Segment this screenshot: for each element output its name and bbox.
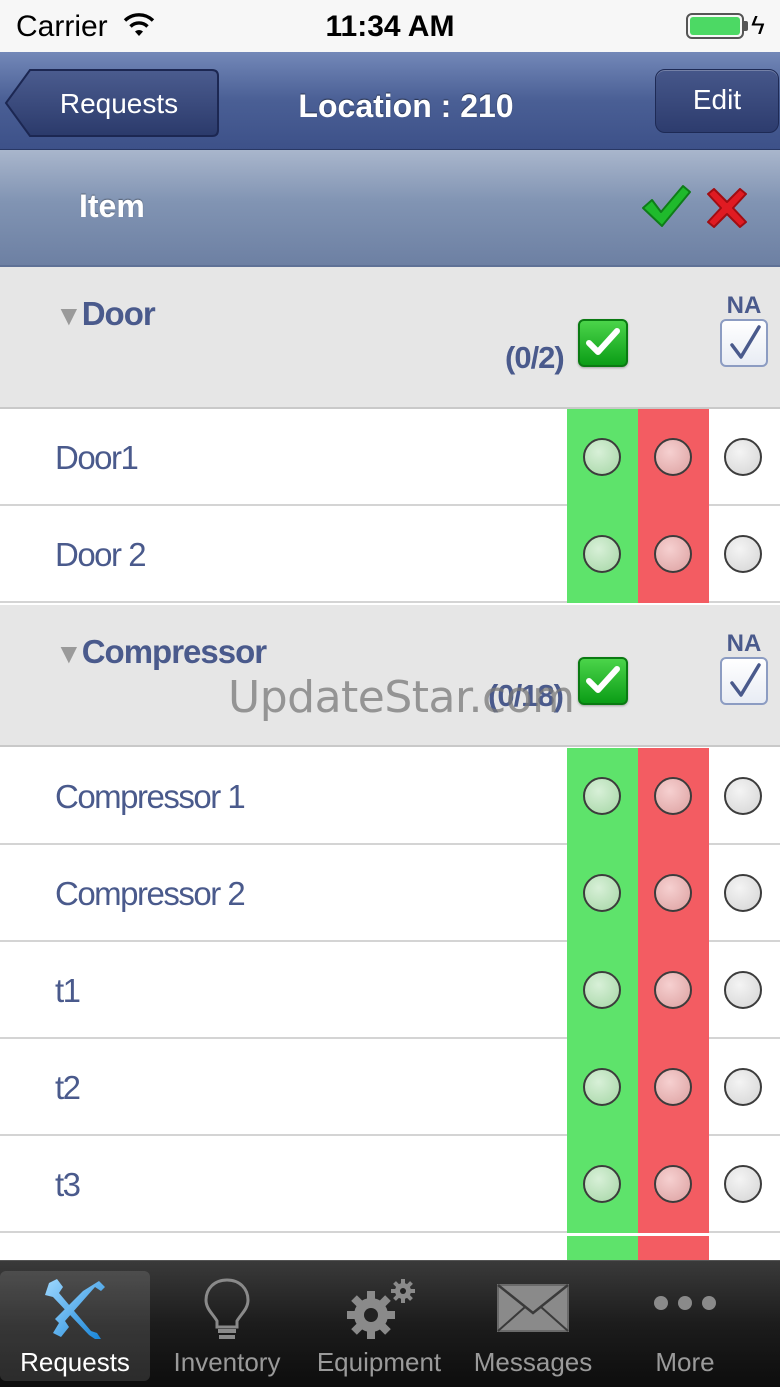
status-bar: Carrier 11:34 AM ϟ xyxy=(0,0,780,52)
envelope-icon xyxy=(458,1277,608,1342)
tab-messages[interactable]: Messages xyxy=(458,1271,608,1381)
list-item: Compressor 1 xyxy=(0,748,780,845)
list-item: t1 xyxy=(0,942,780,1039)
section-header-door[interactable]: ▼Door (0/2) NA xyxy=(0,267,780,409)
na-label: NA xyxy=(726,630,762,657)
pass-radio[interactable] xyxy=(583,874,621,912)
page-title: Location : 210 xyxy=(298,88,514,124)
clock-time: 11:34 AM xyxy=(325,10,455,43)
fail-radio[interactable] xyxy=(654,777,692,815)
tab-label: Messages xyxy=(473,1347,593,1377)
tab-label: Equipment xyxy=(316,1347,442,1377)
back-button[interactable]: Requests xyxy=(4,68,220,138)
list-item: t2 xyxy=(0,1039,780,1136)
na-checkbox[interactable] xyxy=(720,657,768,705)
app-screen: Carrier 11:34 AM ϟ Requests Location: 2… xyxy=(0,0,780,1387)
tab-bar: Requests Inventory Equipment Messages Mo… xyxy=(0,1260,780,1387)
section-title-text: Compressor xyxy=(81,633,267,670)
tab-more[interactable]: More xyxy=(610,1271,760,1381)
watermark: UpdateStar.com xyxy=(228,672,575,723)
item-label: Compressor 2 xyxy=(55,875,246,912)
na-radio[interactable] xyxy=(724,535,762,573)
battery-tip xyxy=(744,21,748,31)
section-check-all-icon[interactable] xyxy=(578,657,628,705)
item-label: t2 xyxy=(55,1069,81,1106)
charging-bolt-icon: ϟ xyxy=(751,10,765,40)
na-radio[interactable] xyxy=(724,971,762,1009)
pass-radio[interactable] xyxy=(583,1165,621,1203)
check-all-icon[interactable] xyxy=(640,184,692,235)
item-label: t3 xyxy=(55,1166,81,1203)
list-item: Door1 xyxy=(0,409,780,506)
item-column-header: Item xyxy=(0,150,780,267)
item-label: t1 xyxy=(55,972,81,1009)
fail-radio[interactable] xyxy=(654,971,692,1009)
lightbulb-icon xyxy=(152,1277,302,1348)
tab-label: Inventory xyxy=(173,1347,281,1377)
fail-radio[interactable] xyxy=(654,535,692,573)
na-radio[interactable] xyxy=(724,1068,762,1106)
pass-radio[interactable] xyxy=(583,535,621,573)
list-item: Door 2 xyxy=(0,506,780,603)
item-label: Door1 xyxy=(55,439,139,476)
edit-button[interactable]: Edit xyxy=(655,69,779,133)
item-label: Door 2 xyxy=(55,536,147,573)
fail-radio[interactable] xyxy=(654,874,692,912)
pass-radio[interactable] xyxy=(583,971,621,1009)
pass-radio[interactable] xyxy=(583,777,621,815)
section-count: (0/2) xyxy=(505,340,565,375)
tab-equipment[interactable]: Equipment xyxy=(304,1271,454,1381)
partial-list-item xyxy=(0,1236,780,1260)
reject-all-icon[interactable] xyxy=(704,188,750,233)
tab-inventory[interactable]: Inventory xyxy=(152,1271,302,1381)
section-check-all-icon[interactable] xyxy=(578,319,628,367)
tab-requests[interactable]: Requests xyxy=(0,1271,150,1381)
item-label: Compressor 1 xyxy=(55,778,246,815)
collapse-triangle-icon: ▼ xyxy=(55,638,83,669)
tools-icon xyxy=(0,1277,150,1346)
more-dots-icon xyxy=(610,1277,760,1342)
fail-cell xyxy=(638,1236,709,1260)
back-button-label: Requests xyxy=(59,88,179,119)
na-radio[interactable] xyxy=(724,438,762,476)
pass-radio[interactable] xyxy=(583,438,621,476)
na-radio[interactable] xyxy=(724,1165,762,1203)
pass-cell xyxy=(567,1236,638,1260)
collapse-triangle-icon: ▼ xyxy=(55,300,83,331)
na-checkbox[interactable] xyxy=(720,319,768,367)
list-item: t3 xyxy=(0,1136,780,1233)
tab-label: Requests xyxy=(20,1347,130,1377)
fail-radio[interactable] xyxy=(654,438,692,476)
fail-radio[interactable] xyxy=(654,1165,692,1203)
item-header-label: Item xyxy=(79,188,145,224)
list-item: Compressor 2 xyxy=(0,845,780,942)
section-title: ▼Door xyxy=(55,295,156,333)
na-label: NA xyxy=(726,292,762,319)
battery-icon xyxy=(686,13,744,39)
tab-label: More xyxy=(655,1347,715,1377)
fail-radio[interactable] xyxy=(654,1068,692,1106)
na-radio[interactable] xyxy=(724,874,762,912)
section-title-text: Door xyxy=(81,295,156,332)
na-radio[interactable] xyxy=(724,777,762,815)
section-title: ▼Compressor xyxy=(55,633,267,671)
navigation-bar: Requests Location : 210 Edit xyxy=(0,52,780,150)
pass-radio[interactable] xyxy=(583,1068,621,1106)
gears-icon xyxy=(304,1277,454,1348)
